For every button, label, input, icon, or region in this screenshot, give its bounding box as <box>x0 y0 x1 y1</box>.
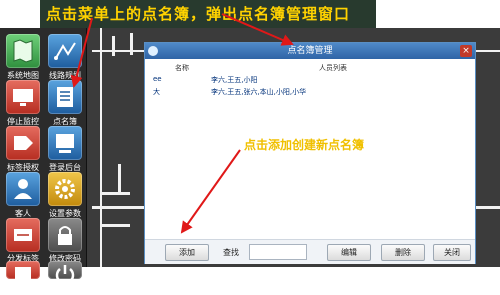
sidebar-item-roster[interactable] <box>48 80 82 114</box>
sidebar-item-leave-info[interactable] <box>6 261 40 281</box>
road-dash <box>130 33 133 55</box>
distribute-icon <box>14 229 32 241</box>
close-icon[interactable]: × <box>460 45 472 57</box>
tag-icon <box>14 136 33 150</box>
sidebar-item-tag-auth[interactable] <box>6 126 40 160</box>
table-header: 名称 人员列表 <box>149 63 471 73</box>
instruction-banner: 点击菜单上的点名簿，弹出点名簿管理窗口 <box>40 0 376 28</box>
guest-icon <box>14 179 32 199</box>
sidebar-item-map[interactable] <box>6 34 40 68</box>
route-icon <box>54 42 76 60</box>
road-dash <box>100 192 130 195</box>
add-button[interactable]: 添加 <box>165 244 209 261</box>
sidebar-label-exit: 退出系统 <box>49 280 81 289</box>
column-header-name: 名称 <box>175 64 189 72</box>
roster-icon <box>57 87 73 107</box>
gear-icon <box>55 179 75 199</box>
sidebar-label-leave-info: 离开信息 <box>7 280 39 289</box>
dialog-title: 点名簿管理 <box>287 46 333 56</box>
road-dash <box>100 224 130 227</box>
sidebar-item-login-backend[interactable] <box>48 126 82 160</box>
login-icon <box>56 134 74 153</box>
sidebar-item-exit[interactable] <box>48 261 82 285</box>
close-button[interactable]: 关闭 <box>433 244 471 261</box>
annotation-text: 点击添加创建新点名簿 <box>244 138 365 152</box>
sidebar-item-route[interactable] <box>48 34 82 68</box>
table-row[interactable]: 大 李六,王五,张六,本山,小阳,小华 <box>149 87 471 97</box>
dialog-button-bar: 添加 查找 编辑 删除 关闭 <box>145 239 475 264</box>
roster-dialog: 点名簿管理 × 名称 人员列表 ee 李六,王五,小阳 大 李六,王五,张六,本… <box>144 42 476 264</box>
dialog-titlebar[interactable]: 点名簿管理 × <box>145 43 475 59</box>
sidebar: 系统地图 线路规划 停止监控 点名簿 标签授权 登录后台 客人 设置参数 分发标… <box>0 28 87 289</box>
lock-icon <box>58 226 72 245</box>
sidebar-item-distribute-tag[interactable] <box>6 218 40 252</box>
delete-button[interactable]: 删除 <box>381 244 425 261</box>
road-dash <box>118 164 121 194</box>
cell-members: 李六,王五,小阳 <box>211 76 258 84</box>
map-icon <box>13 39 33 63</box>
sidebar-item-settings[interactable] <box>48 172 82 206</box>
sidebar-item-stop-monitor[interactable] <box>6 80 40 114</box>
road-dash <box>112 36 115 56</box>
search-input[interactable] <box>249 244 307 260</box>
table-row[interactable]: ee 李六,王五,小阳 <box>149 75 471 85</box>
sidebar-item-change-password[interactable] <box>48 218 82 252</box>
monitor-icon <box>13 89 33 106</box>
banner-text: 点击菜单上的点名簿，弹出点名簿管理窗口 <box>46 5 351 23</box>
app-icon <box>148 46 158 56</box>
sidebar-item-guest[interactable] <box>6 172 40 206</box>
cell-name: 大 <box>153 88 160 96</box>
cell-name: ee <box>153 75 162 83</box>
search-label: 查找 <box>223 248 239 257</box>
edit-button[interactable]: 编辑 <box>327 244 371 261</box>
column-header-members: 人员列表 <box>319 64 347 72</box>
cell-members: 李六,王五,张六,本山,小阳,小华 <box>211 88 307 96</box>
road <box>100 28 102 267</box>
